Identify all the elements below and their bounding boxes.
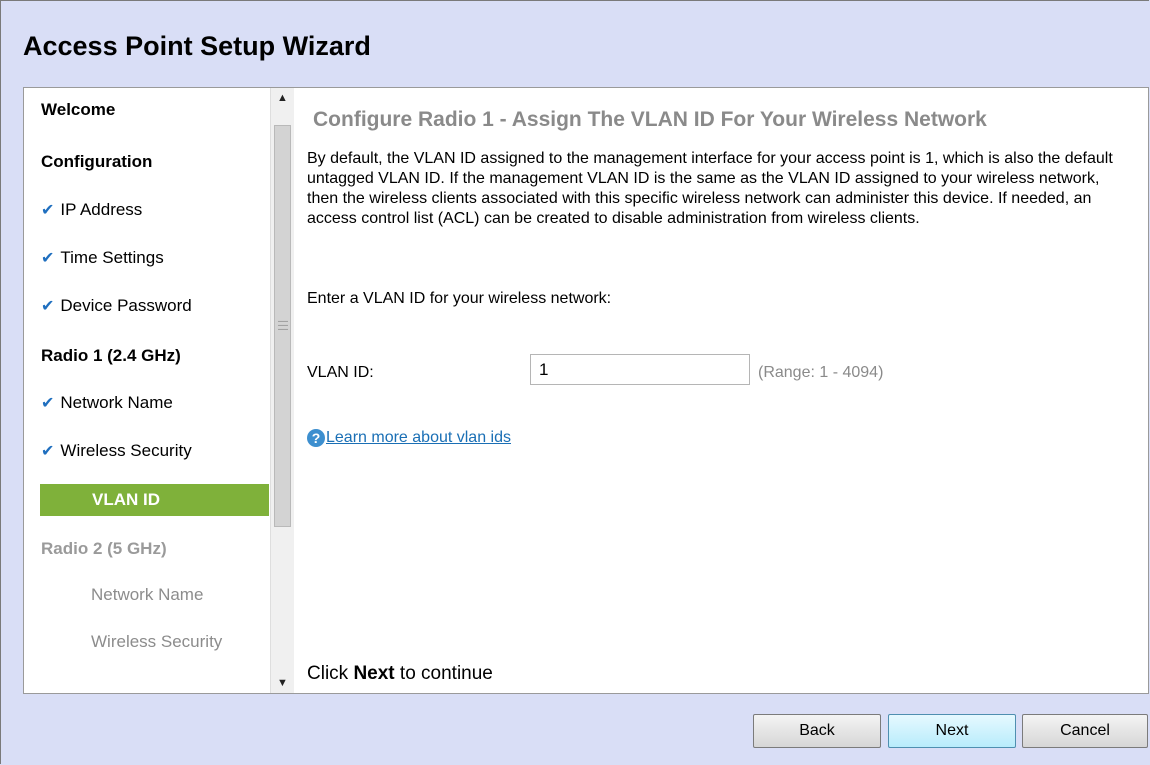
check-icon: ✔ (41, 395, 55, 412)
nav-item-time-settings[interactable]: ✔ Time Settings (41, 243, 164, 273)
continue-bold: Next (353, 663, 395, 684)
vlan-id-input[interactable] (530, 354, 750, 385)
vlan-prompt: Enter a VLAN ID for your wireless networ… (307, 290, 612, 307)
check-icon: ✔ (41, 202, 55, 219)
nav-item-label: Wireless Security (60, 441, 192, 460)
nav-item-label: Device Password (60, 296, 192, 315)
wizard-nav: Welcome Configuration ✔ IP Address ✔ Time … (24, 88, 269, 693)
nav-item-radio2-wireless-security: Wireless Security (91, 632, 223, 651)
description-text: By default, the VLAN ID assigned to the … (307, 150, 1113, 227)
check-icon: ✔ (41, 298, 55, 315)
scroll-up-arrow-icon[interactable]: ▲ (271, 88, 294, 108)
wizard-window: Access Point Setup Wizard Welcome Config… (0, 0, 1149, 764)
learn-more-link[interactable]: Learn more about vlan ids (326, 429, 511, 446)
nav-item-radio1-vlan-id[interactable]: VLAN ID (40, 484, 269, 516)
scroll-down-arrow-icon[interactable]: ▼ (271, 673, 294, 693)
vlan-id-label: VLAN ID: (307, 364, 374, 381)
help-icon[interactable]: ? (307, 429, 325, 447)
back-button[interactable]: Back (753, 714, 881, 748)
nav-item-label: Network Name (60, 393, 173, 412)
next-button[interactable]: Next (888, 714, 1016, 748)
wizard-content: Configure Radio 1 - Assign The VLAN ID F… (307, 88, 1137, 693)
continue-suffix: to continue (394, 663, 493, 684)
nav-item-radio1-network-name[interactable]: ✔ Network Name (41, 388, 173, 418)
nav-item-label: IP Address (60, 200, 143, 219)
check-icon: ✔ (41, 250, 55, 267)
nav-item-ip-address[interactable]: ✔ IP Address (41, 195, 142, 225)
check-icon: ✔ (41, 443, 55, 460)
cancel-button[interactable]: Cancel (1022, 714, 1148, 748)
vlan-range-hint: (Range: 1 - 4094) (758, 364, 884, 381)
nav-item-label: Time Settings (60, 248, 164, 267)
help-row: ? Learn more about vlan ids (307, 429, 511, 447)
nav-item-radio1[interactable]: Radio 1 (2.4 GHz) (41, 341, 181, 371)
nav-item-radio2-network-name: Network Name (91, 585, 204, 604)
nav-item-radio1-wireless-security[interactable]: ✔ Wireless Security (41, 436, 192, 466)
nav-scrollbar[interactable]: ▲ ― ― ― ▼ (270, 88, 294, 693)
nav-item-device-password[interactable]: ✔ Device Password (41, 291, 192, 321)
scroll-thumb[interactable]: ― ― ― (274, 125, 291, 527)
continue-prefix: Click (307, 663, 354, 684)
continue-hint: Click Next to continue (307, 663, 493, 685)
nav-item-configuration[interactable]: Configuration (41, 147, 152, 177)
wizard-panel: Welcome Configuration ✔ IP Address ✔ Time … (23, 87, 1149, 694)
wizard-title: Access Point Setup Wizard (23, 31, 371, 61)
nav-item-welcome[interactable]: Welcome (41, 95, 115, 125)
page-title: Configure Radio 1 - Assign The VLAN ID F… (313, 108, 987, 131)
nav-item-label: VLAN ID (92, 490, 160, 509)
nav-item-radio2: Radio 2 (5 GHz) (41, 539, 167, 558)
grip-icon: ― ― ― (278, 316, 288, 335)
